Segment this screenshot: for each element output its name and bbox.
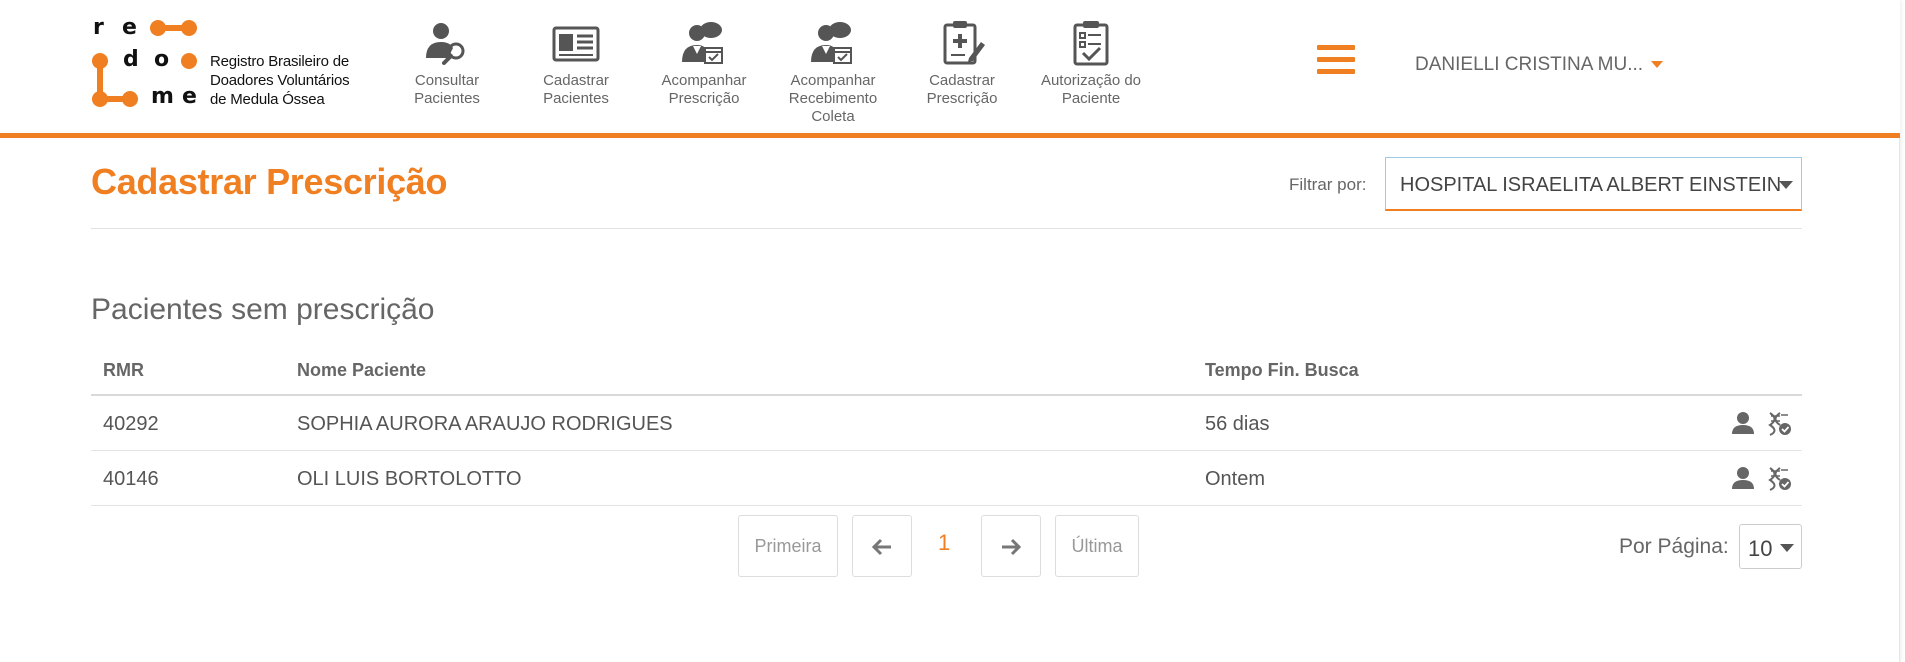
column-header-nome-paciente[interactable]: Nome Paciente	[297, 360, 426, 381]
user-name: DANIELLI CRISTINA MU...	[1415, 54, 1644, 75]
logo-letter: e	[182, 84, 197, 109]
cell-search-time: Ontem	[1205, 468, 1266, 490]
hamburger-menu-icon[interactable]	[1317, 45, 1355, 77]
caret-down-icon	[1779, 181, 1793, 189]
nav-label: Autorização do Paciente	[1040, 72, 1142, 107]
divider	[91, 228, 1802, 229]
id-card-icon	[552, 26, 600, 62]
clipboard-edit-icon	[943, 21, 985, 65]
logo-letter: d	[123, 47, 139, 72]
pagination-current-page[interactable]: 1	[938, 530, 950, 556]
table-row: 40292 SOPHIA AURORA ARAUJO RODRIGUES 56 …	[91, 396, 1802, 451]
cell-patient-name: OLI LUIS BORTOLOTTO	[297, 468, 522, 490]
redome-logo[interactable]: r e d o m e Registro Brasileiro de Doado…	[90, 15, 360, 112]
page-title: Cadastrar Prescrição	[91, 161, 448, 202]
cell-patient-name: SOPHIA AURORA ARAUJO RODRIGUES	[297, 413, 673, 435]
nav-item-consultar-pacientes[interactable]: Consultar Pacientes	[385, 18, 509, 108]
nav-label: Consultar Pacientes	[414, 72, 480, 107]
per-page-label: Por Página:	[1619, 535, 1729, 558]
pagination-next-button[interactable]	[981, 515, 1041, 577]
row-actions	[1724, 410, 1792, 436]
nav-item-autorizacao-paciente[interactable]: Autorização do Paciente	[1029, 18, 1153, 108]
table-row: 40146 OLI LUIS BORTOLOTTO Ontem	[91, 451, 1802, 506]
dna-check-icon[interactable]	[1766, 410, 1792, 436]
nav-item-acompanhar-recebimento-coleta[interactable]: Acompanhar Recebimento Coleta	[771, 18, 895, 126]
nav-label: Acompanhar Prescrição	[661, 72, 747, 107]
hospital-filter-select[interactable]: HOSPITAL ISRAELITA ALBERT EINSTEIN	[1385, 157, 1802, 211]
pagination-last-button[interactable]: Última	[1055, 515, 1139, 577]
logo-letter: m	[151, 84, 174, 109]
per-page-value: 10	[1748, 536, 1773, 561]
column-header-tempo-busca[interactable]: Tempo Fin. Busca	[1205, 360, 1359, 381]
cell-rmr: 40146	[103, 468, 159, 490]
logo-line: de Medula Óssea	[210, 91, 325, 108]
hospital-filter-value: HOSPITAL ISRAELITA ALBERT EINSTEIN	[1400, 174, 1782, 196]
logo-line: Doadores Voluntários	[210, 72, 350, 89]
doctor-calendar-icon	[682, 22, 723, 64]
clipboard-check-icon	[1073, 21, 1109, 66]
pagination-first-button[interactable]: Primeira	[738, 515, 838, 577]
per-page-select[interactable]: 10	[1739, 524, 1802, 569]
cell-rmr: 40292	[103, 413, 159, 435]
logo-letter: r	[93, 15, 104, 40]
nav-label: Cadastrar Prescrição	[926, 72, 998, 107]
logo-letter: e	[122, 15, 137, 40]
section-title: Pacientes sem prescrição	[91, 293, 435, 326]
column-header-rmr[interactable]: RMR	[103, 360, 144, 381]
nav-item-cadastrar-prescricao[interactable]: Cadastrar Prescrição	[900, 18, 1024, 108]
user-icon[interactable]	[1730, 410, 1756, 436]
pagination-prev-button[interactable]	[852, 515, 912, 577]
logo-letter: o	[154, 47, 170, 72]
dna-check-icon[interactable]	[1766, 465, 1792, 491]
nav-item-acompanhar-prescricao[interactable]: Acompanhar Prescrição	[642, 18, 766, 108]
nav-item-cadastrar-pacientes[interactable]: Cadastrar Pacientes	[514, 18, 638, 108]
filter-label: Filtrar por:	[1289, 175, 1367, 194]
user-icon[interactable]	[1730, 465, 1756, 491]
nav-label: Cadastrar Pacientes	[543, 72, 609, 107]
cell-search-time: 56 dias	[1205, 413, 1270, 435]
nav-label: Acompanhar Recebimento Coleta	[788, 72, 878, 125]
top-header: r e d o m e Registro Brasileiro de Doado…	[0, 0, 1900, 138]
row-actions	[1724, 465, 1792, 491]
doctor-calendar-icon	[811, 22, 852, 64]
arrow-left-icon	[871, 539, 891, 556]
arrow-right-icon	[1002, 539, 1022, 556]
logo-line: Registro Brasileiro de	[210, 53, 349, 70]
logo-text: Registro Brasileiro de Doadores Voluntár…	[210, 52, 350, 109]
user-menu[interactable]: DANIELLI CRISTINA MU...	[1415, 54, 1664, 76]
caret-down-icon	[1780, 544, 1794, 552]
user-search-icon	[426, 23, 465, 65]
caret-down-icon	[1651, 61, 1664, 69]
